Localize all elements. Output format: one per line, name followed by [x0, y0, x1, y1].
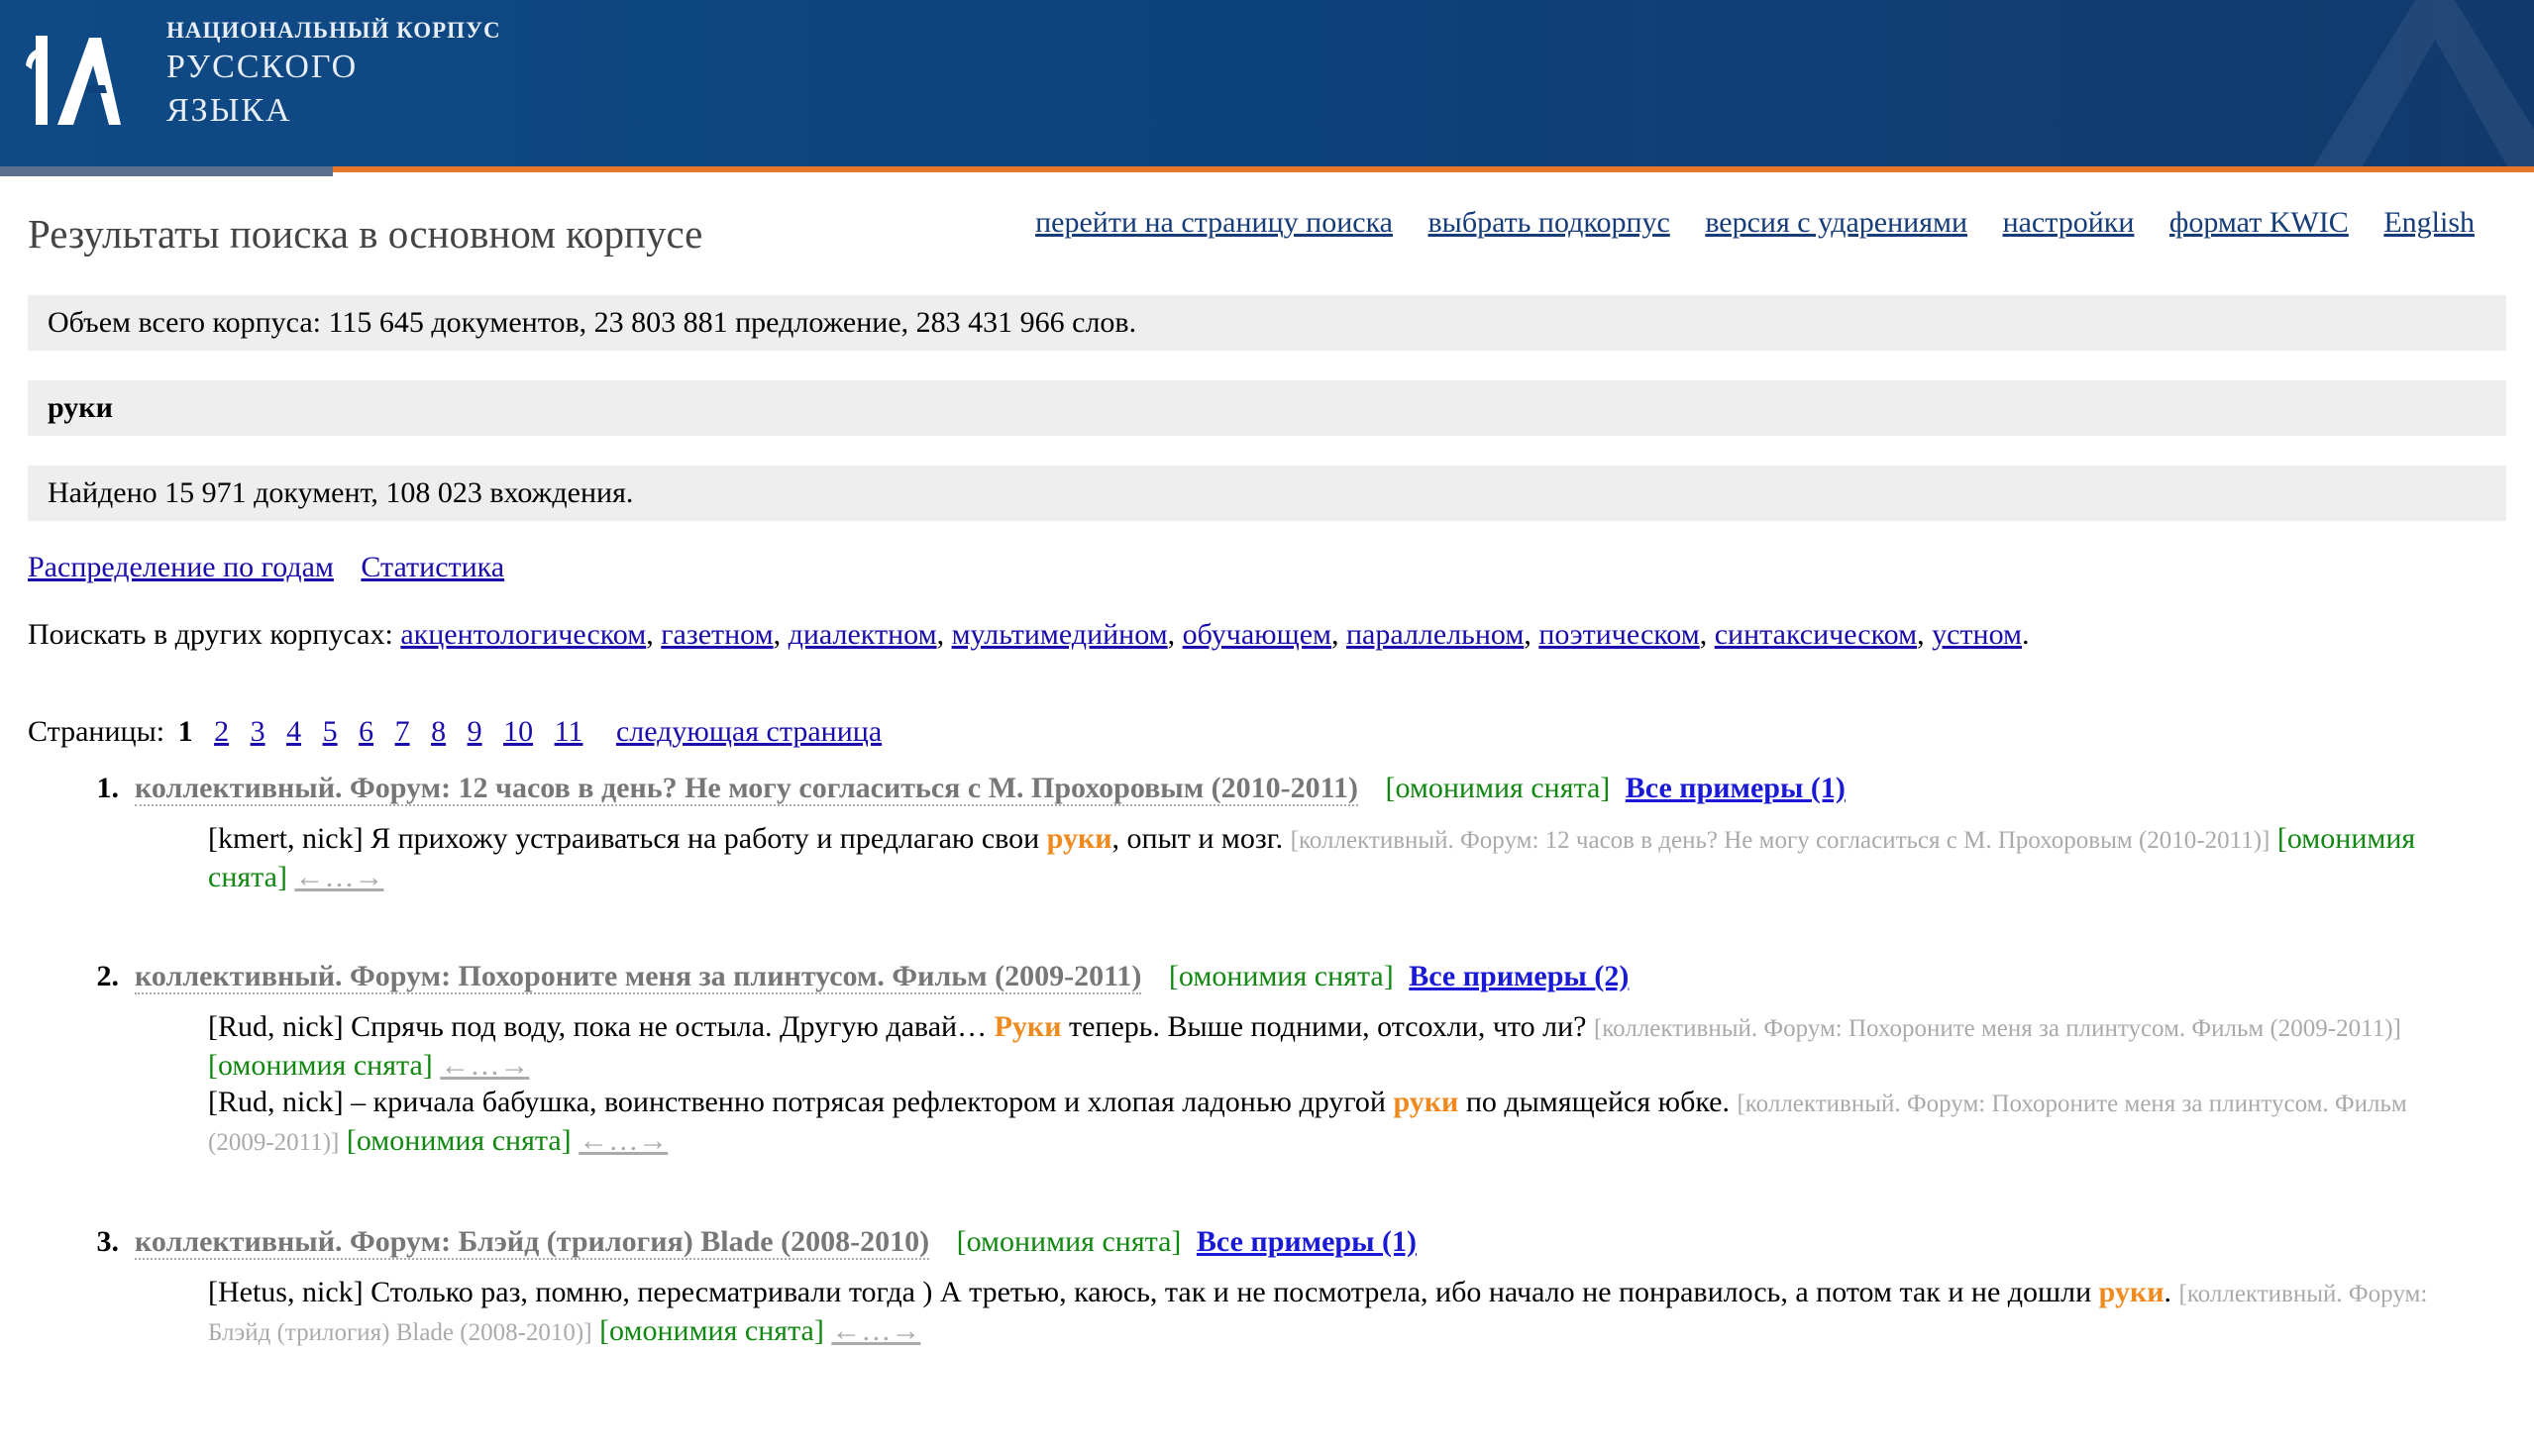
found-count-box: Найдено 15 971 документ, 108 023 вхожден… [28, 466, 2506, 521]
logo-line-3: ЯЗЫКА [166, 92, 292, 129]
ruscorpora-logo-icon[interactable] [18, 26, 127, 135]
result-document-link[interactable]: коллективный. Форум: 12 часов в день? Не… [135, 772, 1358, 806]
homonymy-label: [омонимия снята] [1168, 960, 1394, 992]
nav-kwic-format-link[interactable]: формат KWIC [2169, 206, 2349, 239]
all-examples-link[interactable]: Все примеры (1) [1626, 772, 1846, 804]
example-homonymy: [омонимия снята] [208, 1049, 433, 1082]
corpus-link-poetic[interactable]: поэтическом [1538, 618, 1699, 651]
corpus-link-syntax[interactable]: синтаксическом [1715, 618, 1917, 651]
pager-page-7[interactable]: 7 [395, 715, 410, 748]
all-examples-link[interactable]: Все примеры (2) [1409, 960, 1629, 992]
result-document-link[interactable]: коллективный. Форум: Похороните меня за … [135, 960, 1142, 994]
nav-accent-version-link[interactable]: версия с ударениями [1705, 206, 1967, 239]
expand-context-link[interactable]: ←…→ [294, 861, 383, 893]
logo-line-2: РУССКОГО [166, 49, 359, 85]
example-text-after: , опыт и мозг. [1111, 822, 1291, 855]
nav-settings-link[interactable]: настройки [2003, 206, 2135, 239]
other-corpora-label: Поискать в других корпусах: [28, 618, 393, 651]
result-header: 1. коллективный. Форум: 12 часов в день?… [28, 767, 2506, 810]
example-text-before: [kmert, nick] Я прихожу устраиваться на … [208, 822, 1047, 855]
results-list: 1. коллективный. Форум: 12 часов в день?… [28, 767, 2506, 1351]
pager: Страницы: 1 2 3 4 5 6 7 8 9 10 11 следую… [28, 715, 2506, 749]
result-document-link[interactable]: коллективный. Форум: Блэйд (трилогия) Bl… [135, 1225, 930, 1260]
page-title: Результаты поиска в основном корпусе [28, 211, 703, 257]
pager-page-9[interactable]: 9 [468, 715, 482, 748]
pager-page-5[interactable]: 5 [323, 715, 338, 748]
corpus-link-parallel[interactable]: параллельном [1346, 618, 1524, 651]
expand-context-link[interactable]: ←…→ [440, 1049, 529, 1082]
result-number: 3. [96, 1225, 120, 1258]
example-snippet: [Rud, nick] – кричала бабушка, воинствен… [208, 1084, 2447, 1161]
corpus-link-multimedia[interactable]: мультимедийном [952, 618, 1168, 651]
result-header: 2. коллективный. Форум: Похороните меня … [28, 955, 2506, 998]
example-snippet: [Hetus, nick] Столько раз, помню, пересм… [208, 1274, 2447, 1351]
result-number: 1. [96, 772, 120, 804]
logo-line-1: НАЦИОНАЛЬНЫЙ КОРПУС [166, 18, 501, 43]
corpus-link-newspaper[interactable]: газетном [661, 618, 773, 651]
query-box: руки [28, 380, 2506, 436]
homonymy-label: [омонимия снята] [1385, 772, 1611, 804]
all-examples-link[interactable]: Все примеры (1) [1197, 1225, 1417, 1258]
example-text-after: . [2164, 1276, 2179, 1308]
example-snippet: [kmert, nick] Я прихожу устраиваться на … [208, 820, 2447, 895]
main-content: Результаты поиска в основном корпусе пер… [0, 166, 2534, 1351]
example-homonymy: [омонимия снята] [346, 1124, 572, 1157]
title-row: Результаты поиска в основном корпусе пер… [28, 166, 2506, 295]
result-item: 1. коллективный. Форум: 12 часов в день?… [28, 767, 2506, 895]
corpus-volume-box: Объем всего корпуса: 115 645 документов,… [28, 295, 2506, 351]
result-item: 2. коллективный. Форум: Похороните меня … [28, 955, 2506, 1161]
result-header: 3. коллективный. Форум: Блэйд (трилогия)… [28, 1220, 2506, 1264]
example-homonymy: [омонимия снята] [599, 1314, 824, 1347]
example-source: [коллективный. Форум: Похороните меня за… [1593, 1015, 2401, 1042]
example-source: [коллективный. Форум: 12 часов в день? Н… [1290, 827, 2270, 854]
example-text-after: теперь. Выше подними, отсохли, что ли? [1061, 1010, 1594, 1043]
logo-text[interactable]: НАЦИОНАЛЬНЫЙ КОРПУС РУССКОГО ЯЗЫКА [166, 16, 501, 133]
example-hit: руки [1046, 822, 1112, 855]
expand-context-link[interactable]: ←…→ [579, 1124, 668, 1157]
example-hit: руки [2098, 1276, 2164, 1308]
homonymy-label: [омонимия снята] [956, 1225, 1182, 1258]
statistics-link[interactable]: Статистика [361, 551, 504, 583]
example-hit: руки [1393, 1086, 1459, 1118]
example-snippet: [Rud, nick] Спрячь под воду, пока не ост… [208, 1008, 2447, 1084]
pager-page-11[interactable]: 11 [555, 715, 583, 748]
stats-links: Распределение по годам Статистика [28, 551, 2506, 584]
nav-search-page-link[interactable]: перейти на страницу поиска [1035, 206, 1393, 239]
example-hit: Руки [994, 1010, 1062, 1043]
corpus-link-learning[interactable]: обучающем [1183, 618, 1331, 651]
header-watermark-logo-icon [2313, 0, 2534, 166]
example-text-before: [Rud, nick] – кричала бабушка, воинствен… [208, 1086, 1394, 1118]
pager-label: Страницы: [28, 715, 165, 748]
example-text-before: [Hetus, nick] Столько раз, помню, пересм… [208, 1276, 2099, 1308]
pager-page-10[interactable]: 10 [503, 715, 533, 748]
example-text-after: по дымящейся юбке. [1458, 1086, 1738, 1118]
site-header: НАЦИОНАЛЬНЫЙ КОРПУС РУССКОГО ЯЗЫКА [0, 0, 2534, 166]
other-corpora: Поискать в других корпусах: акцентологич… [28, 618, 2030, 651]
distribution-by-years-link[interactable]: Распределение по годам [28, 551, 334, 583]
corpus-link-dialect[interactable]: диалектном [789, 618, 937, 651]
pager-page-6[interactable]: 6 [359, 715, 373, 748]
pager-next-link[interactable]: следующая страница [616, 715, 882, 748]
top-nav: перейти на страницу поиска выбрать подко… [1007, 206, 2475, 240]
pager-current-page: 1 [177, 715, 193, 748]
result-item: 3. коллективный. Форум: Блэйд (трилогия)… [28, 1220, 2506, 1351]
corpus-link-spoken[interactable]: устном [1932, 618, 2022, 651]
pager-page-4[interactable]: 4 [286, 715, 301, 748]
nav-english-link[interactable]: English [2383, 206, 2475, 239]
expand-context-link[interactable]: ←…→ [831, 1314, 920, 1347]
nav-select-subcorpus-link[interactable]: выбрать подкорпус [1428, 206, 1670, 239]
example-text-before: [Rud, nick] Спрячь под воду, пока не ост… [208, 1010, 995, 1043]
result-number: 2. [96, 960, 120, 992]
pager-page-3[interactable]: 3 [251, 715, 265, 748]
corpus-link-accent[interactable]: акцентологическом [400, 618, 646, 651]
pager-page-8[interactable]: 8 [431, 715, 446, 748]
pager-page-2[interactable]: 2 [214, 715, 229, 748]
